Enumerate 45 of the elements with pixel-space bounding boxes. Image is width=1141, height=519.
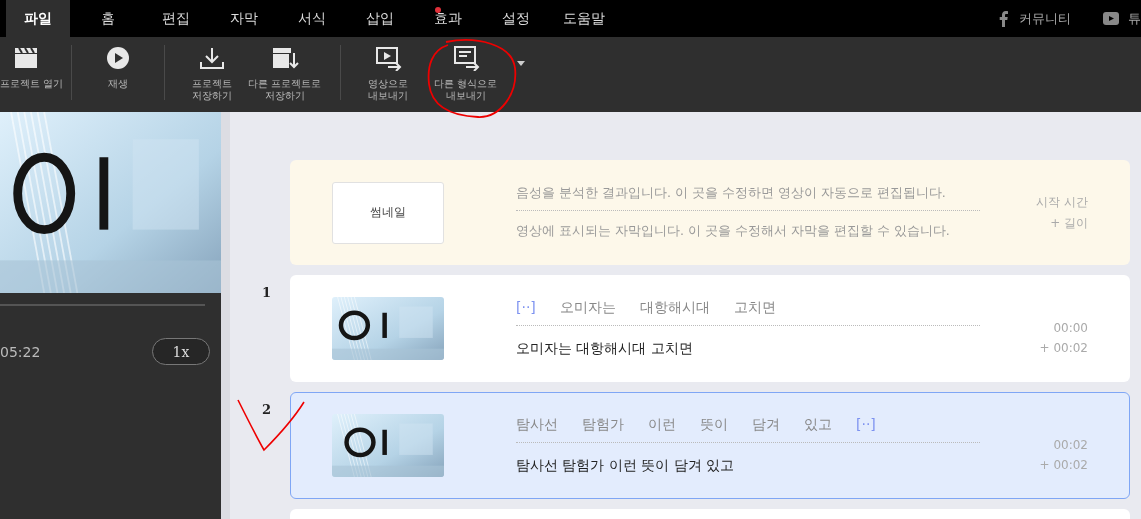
- row-number: 1: [262, 285, 272, 300]
- toolbar-button[interactable]: 프로젝트 저장하기: [175, 45, 248, 102]
- tab[interactable]: 편집: [142, 0, 210, 37]
- thumbnail-label: 썸네일: [370, 204, 406, 221]
- link[interactable]: 커뮤니티: [1019, 9, 1071, 28]
- duration: + 00:02: [1039, 457, 1088, 472]
- document-export-icon: [451, 45, 480, 71]
- subtitle-text[interactable]: 탐사선 탐험가 이런 뜻이 담겨 있고: [516, 443, 980, 475]
- subtitle-text[interactable]: 오미자는 대항해시대 고치면: [516, 326, 980, 358]
- toolbar-button[interactable]: 프로젝트 열기: [0, 45, 62, 90]
- tab[interactable]: 효과: [414, 0, 482, 37]
- subtitle-card[interactable]: 탐사선 탐험가 이런 뜻이 담겨 있고 [··] 탐사선 탐험가 이런 뜻이 담겨 있고 00:02 + 00:02: [290, 392, 1130, 499]
- hint-text: 음성을 분석한 결과입니다. 이 곳을 수정하면 영상이 자동으로 편집됩니다.: [516, 185, 980, 211]
- link[interactable]: 튜: [1128, 9, 1141, 28]
- toolbar-button[interactable]: 영상으로 내보내기: [351, 45, 424, 102]
- time-label: 05:22: [0, 343, 41, 360]
- tab[interactable]: 홈: [74, 0, 142, 37]
- clapper-icon: [13, 46, 39, 70]
- word-token[interactable]: 고치면: [733, 299, 776, 317]
- caret-icon[interactable]: [517, 61, 525, 66]
- tab[interactable]: 도움말: [550, 0, 618, 37]
- tab[interactable]: 삽입: [346, 0, 414, 37]
- toolbar-button[interactable]: 재생: [81, 45, 155, 90]
- column-label: 시작 시간: [1036, 193, 1088, 211]
- hint-text: 영상에 표시되는 자막입니다. 이 곳을 수정해서 자막을 편집할 수 있습니다.: [516, 222, 951, 240]
- clapper-download-icon: [270, 45, 299, 71]
- duration: + 00:02: [1039, 340, 1088, 355]
- tab[interactable]: 파일: [6, 0, 70, 37]
- tab[interactable]: 자막: [210, 0, 278, 37]
- toolbar-button[interactable]: 다른 프로젝트로 저장하기: [248, 45, 321, 102]
- start-time: 00:00: [1053, 320, 1088, 335]
- row-number: 2: [262, 402, 272, 417]
- tab[interactable]: 서식: [278, 0, 346, 37]
- toolbar-button[interactable]: 다른 형식으로 내보내기: [424, 45, 507, 102]
- word-token[interactable]: 대항해시대: [639, 299, 710, 317]
- download-icon: [198, 46, 225, 70]
- annotation-check: [237, 399, 305, 451]
- video-export-icon: [373, 45, 402, 71]
- word-token[interactable]: 오미자는: [559, 299, 616, 317]
- play-icon: [106, 46, 130, 70]
- subtitle-card[interactable]: [··] 오미자는 대항해시대 고치면 오미자는 대항해시대 고치면 00:00 + 00:02: [290, 275, 1130, 382]
- speed-button[interactable]: 1x: [152, 338, 210, 365]
- start-time: 00:02: [1053, 437, 1088, 452]
- column-label: + 길이: [1050, 214, 1088, 232]
- tab[interactable]: 설정: [482, 0, 550, 37]
